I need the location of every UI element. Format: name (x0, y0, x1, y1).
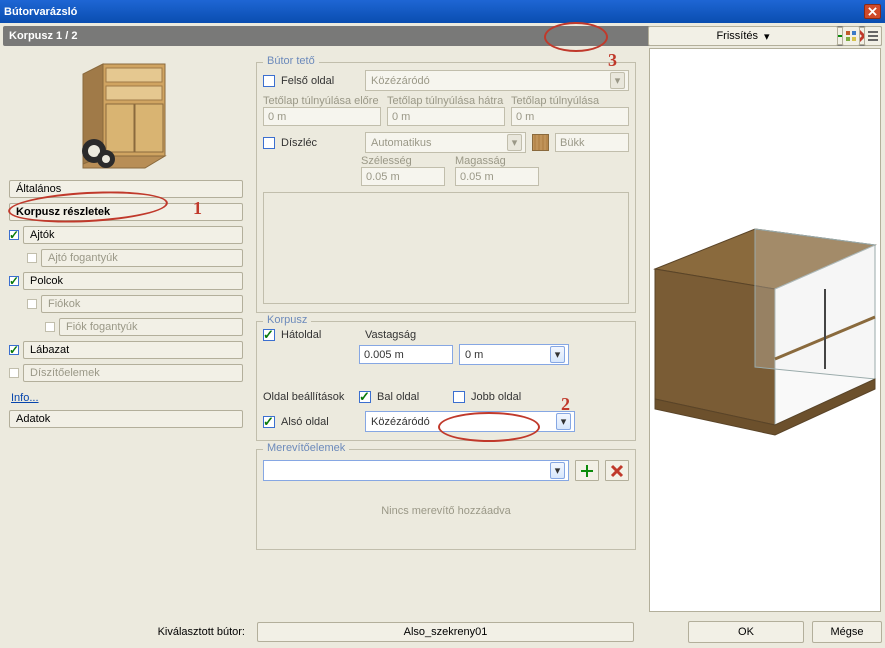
nav-chk-fiokok[interactable] (27, 299, 37, 309)
selected-furniture-display: Also_szekreny01 (257, 622, 634, 642)
lbl-tul-hatra: Tetőlap túlnyúlása hátra (387, 95, 505, 107)
window-title: Bútorvarázsló (4, 6, 77, 18)
lbl-magassag: Magasság (455, 155, 539, 167)
fld-magassag: 0.05 m (455, 167, 539, 186)
subbar-title: Korpusz 1 / 2 (9, 30, 77, 42)
chk-also-oldal[interactable] (263, 416, 275, 428)
chk-diszlec[interactable] (263, 137, 275, 149)
close-button[interactable] (864, 4, 881, 19)
fld-vastagsag[interactable] (359, 345, 453, 364)
nav-adatok[interactable]: Adatok (9, 410, 243, 428)
palette-icon-button[interactable] (842, 26, 860, 46)
chevron-down-icon: ▾ (610, 72, 625, 89)
chevron-down-icon: ▾ (507, 134, 522, 151)
nav-diszitoelemek: Díszítőelemek (23, 364, 243, 382)
chevron-down-icon: ▾ (556, 413, 571, 430)
group-korpusz: Korpusz (263, 314, 311, 326)
ok-button[interactable]: OK (688, 621, 804, 643)
lbl-hatoldal: Hátoldal (281, 329, 359, 341)
chk-bal-oldal[interactable] (359, 391, 371, 403)
combo-merevito[interactable]: ▾ (263, 460, 569, 481)
chk-hatoldal[interactable] (263, 329, 275, 341)
nav-fiok-fogantyuk: Fiók fogantyúk (59, 318, 243, 336)
lbl-tul-elore: Tetőlap túlnyúlása előre (263, 95, 381, 107)
chk-felso-oldal[interactable] (263, 75, 275, 87)
nav-korpusz-reszletek[interactable]: Korpusz részletek (9, 203, 243, 221)
chevron-down-icon: ▾ (550, 462, 565, 479)
lbl-vastagsag: Vastagság (365, 329, 459, 341)
nav-general[interactable]: Általános (9, 180, 243, 198)
combo-felso-oldal: Közézáródó▾ (365, 70, 629, 91)
diszlec-preview-box (263, 192, 629, 304)
3d-preview[interactable] (649, 48, 881, 612)
cancel-button[interactable]: Mégse (812, 621, 882, 643)
info-link[interactable]: Info... (11, 392, 39, 404)
dropdown-icon: ▾ (764, 30, 770, 43)
lbl-bal-oldal: Bal oldal (377, 391, 447, 403)
combo-diszlec: Automatikus▾ (365, 132, 526, 153)
nav-polcok[interactable]: Polcok (23, 272, 243, 290)
fld-tul: 0 m (511, 107, 629, 126)
lbl-also-oldal: Alsó oldal (281, 416, 359, 428)
lbl-szelesseg: Szélesség (361, 155, 445, 167)
chk-jobb-oldal[interactable] (453, 391, 465, 403)
merevito-delete-button[interactable] (605, 460, 629, 481)
combo-vastagsag2[interactable]: 0 m▾ (459, 344, 569, 365)
fld-tul-elore: 0 m (263, 107, 381, 126)
fld-bukk: Bükk (555, 133, 629, 152)
merevito-add-button[interactable] (575, 460, 599, 481)
nav-chk-labazat[interactable] (9, 345, 19, 355)
group-butor-teto: Bútor tető (263, 55, 319, 67)
refresh-button[interactable]: Frissítés ▾ (648, 26, 838, 46)
nav-chk-ajto-fog[interactable] (27, 253, 37, 263)
nav-chk-diszito[interactable] (9, 368, 19, 378)
merevito-empty-text: Nincs merevítő hozzáadva (381, 505, 511, 517)
nav-chk-fiok-fog (45, 322, 55, 332)
lbl-felso-oldal: Felső oldal (281, 75, 359, 87)
footer-label: Kiválasztott bútor: (3, 626, 249, 638)
refresh-label: Frissítés (716, 30, 758, 42)
group-merevito: Merevítőelemek (263, 442, 349, 454)
nav-chk-ajtok[interactable] (9, 230, 19, 240)
lbl-oldal-beallit: Oldal beállítások (263, 391, 353, 403)
list-icon-button[interactable] (864, 26, 882, 46)
lbl-diszlec: Díszléc (281, 137, 359, 149)
chevron-down-icon: ▾ (550, 346, 565, 363)
material-swatch (532, 134, 549, 151)
nav-ajto-fogantyuk: Ajtó fogantyúk (41, 249, 243, 267)
lbl-jobb-oldal: Jobb oldal (471, 391, 521, 403)
product-thumbnail (3, 52, 253, 174)
nav-fiokok: Fiókok (41, 295, 243, 313)
combo-also-oldal[interactable]: Közézáródó▾ (365, 411, 575, 432)
nav-labazat[interactable]: Lábazat (23, 341, 243, 359)
nav-chk-polcok[interactable] (9, 276, 19, 286)
fld-szelesseg: 0.05 m (361, 167, 445, 186)
lbl-tul: Tetőlap túlnyúlása (511, 95, 629, 107)
nav-ajtok[interactable]: Ajtók (23, 226, 243, 244)
fld-tul-hatra: 0 m (387, 107, 505, 126)
